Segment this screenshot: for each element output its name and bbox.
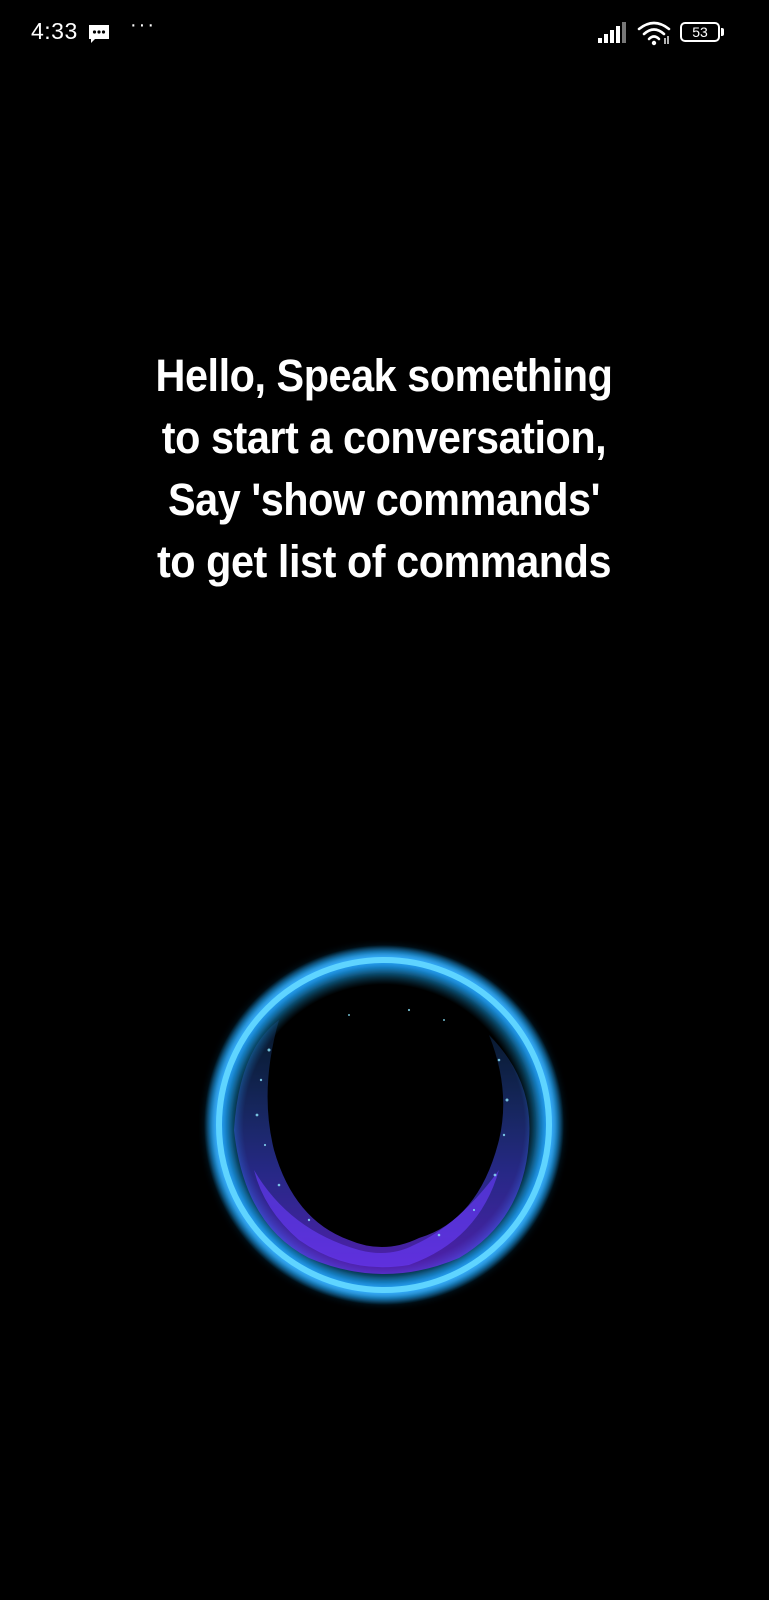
wifi-icon — [637, 21, 671, 46]
battery-icon: 53 — [680, 22, 726, 44]
message-icon — [89, 25, 109, 43]
more-notifications-indicator: ··· — [130, 14, 156, 36]
battery-level: 53 — [692, 24, 708, 40]
assistant-prompt-text: Hello, Speak something to start a conver… — [155, 350, 613, 587]
status-bar: 4:33 ··· 53 — [0, 0, 769, 70]
status-time: 4:33 — [31, 18, 78, 44]
voice-orb-microphone[interactable] — [199, 940, 569, 1310]
signal-icon — [598, 22, 626, 43]
